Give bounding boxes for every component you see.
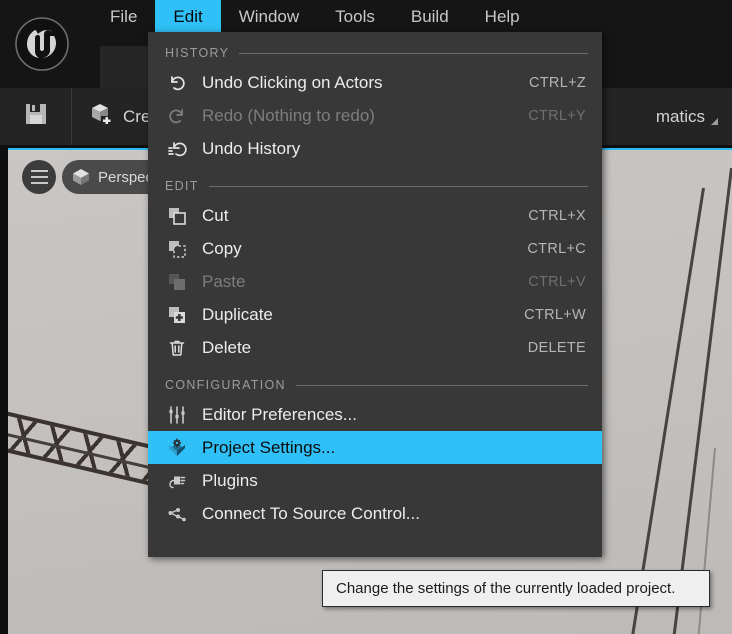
create-cube-plus-icon: [88, 101, 114, 132]
tooltip: Change the settings of the currently loa…: [322, 570, 710, 607]
menu-item-label: Duplicate: [202, 304, 273, 324]
menu-item-label: Project Settings...: [202, 437, 336, 457]
menu-item-shortcut: CTRL+W: [524, 306, 586, 323]
redo-icon: [162, 105, 192, 127]
copy-icon: [162, 238, 192, 260]
menu-item-label: Delete: [202, 337, 252, 357]
menu-file[interactable]: File: [92, 0, 155, 33]
menu-item-duplicate[interactable]: Duplicate CTRL+W: [148, 298, 602, 331]
menu-tools-label: Tools: [335, 6, 375, 26]
menu-item-project-settings[interactable]: Project Settings...: [148, 431, 602, 464]
menu-item-label: Connect To Source Control...: [202, 503, 420, 523]
menu-item-shortcut: DELETE: [527, 339, 586, 356]
project-gear-icon: [162, 437, 192, 459]
trash-icon: [162, 337, 192, 359]
menu-item-label: Editor Preferences...: [202, 404, 357, 424]
menu-build-label: Build: [410, 6, 449, 26]
menu-item-shortcut: CTRL+C: [527, 240, 586, 257]
menu-window-label: Window: [238, 6, 300, 26]
section-title: CONFIGURATION: [165, 378, 286, 392]
tooltip-text: Change the settings of the currently loa…: [336, 580, 676, 597]
menu-item-shortcut: CTRL+X: [528, 207, 586, 224]
menu-tools[interactable]: Tools: [317, 0, 393, 33]
editor-window: Perspective File Edit Window Tools Build…: [0, 0, 732, 634]
source-control-icon: [162, 503, 192, 525]
paste-icon: [162, 271, 192, 293]
undo-icon: [162, 72, 192, 94]
menu-item-label: Undo Clicking on Actors: [202, 72, 383, 92]
undo-history-icon: [162, 138, 192, 160]
edit-dropdown-menu[interactable]: HISTORY Undo Clicking on Actors CTRL+Z R…: [148, 32, 602, 557]
menu-item-plugins[interactable]: Plugins: [148, 464, 602, 497]
corner-caret-icon: [711, 117, 718, 125]
menu-window[interactable]: Window: [221, 0, 317, 33]
menu-item-paste: Paste CTRL+V: [148, 265, 602, 298]
menu-item-label: Paste: [202, 271, 246, 291]
hamburger-menu-icon[interactable]: [22, 160, 56, 194]
menu-item-label: Cut: [202, 205, 229, 225]
unreal-engine-logo[interactable]: [12, 14, 72, 74]
cube-icon: [71, 167, 91, 187]
save-floppy-icon: [23, 101, 49, 132]
menu-item-shortcut: CTRL+V: [528, 273, 586, 290]
section-divider: [239, 52, 588, 54]
menu-item-cut[interactable]: Cut CTRL+X: [148, 199, 602, 232]
main-menu-bar: File Edit Window Tools Build Help: [92, 0, 538, 33]
menu-build[interactable]: Build: [393, 0, 467, 33]
menu-edit-label: Edit: [173, 6, 203, 26]
menu-item-label: Copy: [202, 238, 242, 258]
menu-help-label: Help: [484, 6, 520, 26]
save-button[interactable]: [0, 88, 72, 145]
menu-item-shortcut: CTRL+Z: [529, 74, 586, 91]
menu-item-undo[interactable]: Undo Clicking on Actors CTRL+Z: [148, 66, 602, 99]
menu-item-copy[interactable]: Copy CTRL+C: [148, 232, 602, 265]
menu-item-label: Plugins: [202, 470, 258, 490]
section-title: HISTORY: [165, 46, 230, 60]
sliders-icon: [162, 404, 192, 426]
menu-item-label: Redo (Nothing to redo): [202, 105, 375, 125]
section-header-configuration: CONFIGURATION: [148, 372, 602, 398]
menu-item-editor-preferences[interactable]: Editor Preferences...: [148, 398, 602, 431]
section-title: EDIT: [165, 179, 199, 193]
cinematics-button[interactable]: matics: [656, 107, 732, 127]
menu-item-undo-history[interactable]: Undo History: [148, 132, 602, 165]
section-header-history: HISTORY: [148, 40, 602, 66]
menu-item-redo: Redo (Nothing to redo) CTRL+Y: [148, 99, 602, 132]
cut-icon: [162, 205, 192, 227]
duplicate-icon: [162, 304, 192, 326]
menu-item-delete[interactable]: Delete DELETE: [148, 331, 602, 364]
menu-file-label: File: [110, 6, 138, 26]
cinematics-label: matics: [655, 106, 705, 126]
menu-edit[interactable]: Edit: [155, 0, 221, 33]
section-header-edit: EDIT: [148, 173, 602, 199]
menu-item-shortcut: CTRL+Y: [528, 107, 586, 124]
section-divider: [295, 384, 588, 386]
section-divider: [208, 185, 588, 187]
menu-help[interactable]: Help: [467, 0, 538, 33]
menu-item-label: Undo History: [202, 138, 301, 158]
menu-item-connect-source-control[interactable]: Connect To Source Control...: [148, 497, 602, 530]
plug-icon: [162, 470, 192, 492]
